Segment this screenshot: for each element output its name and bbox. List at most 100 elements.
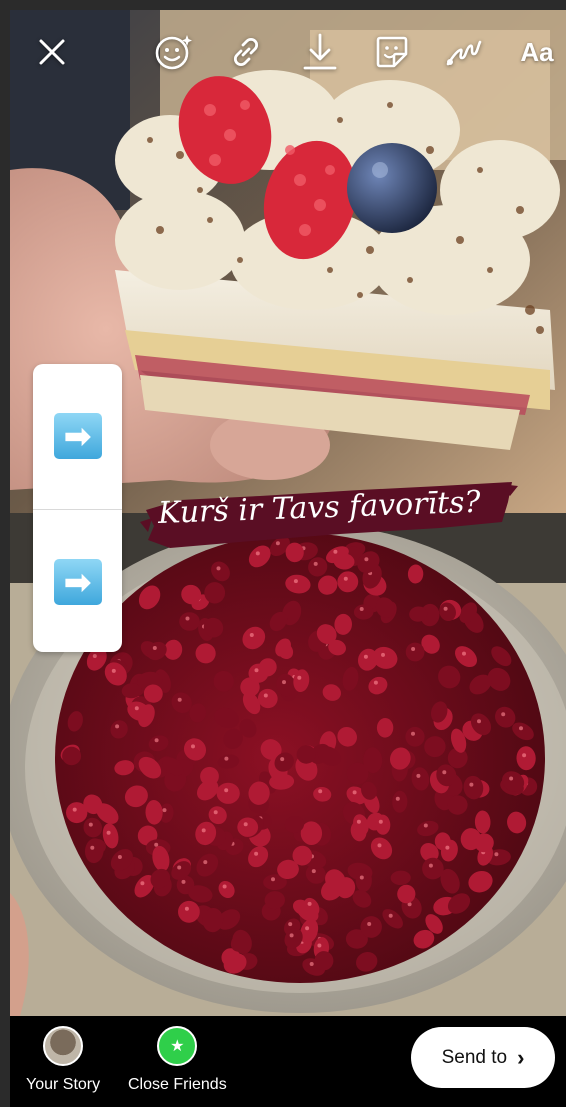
seed-highlight xyxy=(224,788,229,793)
seed-highlight xyxy=(416,773,421,778)
pomegranate-seed xyxy=(62,746,82,766)
seed-highlight xyxy=(343,576,348,581)
your-story-label: Your Story xyxy=(26,1076,101,1093)
seed-highlight xyxy=(72,807,77,812)
close-friends-button[interactable]: ★ Close Friends xyxy=(128,1026,227,1094)
seed-highlight xyxy=(307,901,312,906)
seed-highlight xyxy=(305,926,310,931)
seed-highlight xyxy=(216,566,221,571)
seed-highlight xyxy=(377,843,382,848)
seed-highlight xyxy=(288,922,293,927)
sparkle-face-icon[interactable] xyxy=(152,30,196,74)
seed-highlight xyxy=(152,646,157,650)
poll-sticker[interactable]: ➡ ➡ xyxy=(33,364,122,652)
your-story-button[interactable]: Your Story xyxy=(26,1026,100,1094)
seed-highlight xyxy=(395,796,400,801)
story-canvas: Aa ➡ ➡ Kurš ir Tavs favorīts? xyxy=(10,10,566,1016)
seed-highlight xyxy=(191,744,195,749)
seed-highlight xyxy=(280,757,285,762)
poll-option-2[interactable]: ➡ xyxy=(33,509,122,653)
seed-highlight xyxy=(271,877,275,882)
right-arrow-emoji: ➡ xyxy=(53,412,102,459)
sticker-icon[interactable] xyxy=(370,30,414,74)
seed-highlight xyxy=(501,712,506,717)
send-to-button[interactable]: Send to › xyxy=(411,1027,555,1088)
seed-highlight xyxy=(106,830,111,835)
seed-highlight xyxy=(317,943,322,948)
seed-highlight xyxy=(88,822,93,827)
seed-highlight xyxy=(224,756,229,761)
seed-highlight xyxy=(318,789,323,794)
seed-highlight xyxy=(469,782,474,787)
seed-highlight xyxy=(154,738,159,743)
seed-highlight xyxy=(309,962,314,966)
story-editor: Aa ➡ ➡ Kurš ir Tavs favorīts? Your Story… xyxy=(10,10,566,1107)
seed-highlight xyxy=(255,551,260,556)
send-to-label: Send to xyxy=(441,1046,508,1068)
seed-highlight xyxy=(297,675,302,680)
seed-highlight xyxy=(254,851,259,856)
seed-highlight xyxy=(177,865,182,870)
seed-highlight xyxy=(293,579,298,584)
seed-highlight xyxy=(263,693,268,698)
download-icon[interactable] xyxy=(298,30,342,74)
seed-highlight xyxy=(313,561,318,566)
seed-highlight xyxy=(367,922,372,926)
seed-highlight xyxy=(494,852,499,857)
seed-highlight xyxy=(184,906,189,911)
poll-option-1[interactable]: ➡ xyxy=(33,364,122,507)
seed-highlight xyxy=(359,607,364,611)
story-toolbar: Aa xyxy=(10,10,566,90)
avatar xyxy=(43,1026,84,1066)
seed-highlight xyxy=(117,855,122,859)
seed-highlight xyxy=(177,697,182,702)
seed-highlight xyxy=(92,654,97,658)
seed-highlight xyxy=(90,845,95,850)
arrow-glyph: ➡ xyxy=(64,417,91,454)
seed-highlight xyxy=(509,776,514,781)
seed-highlight xyxy=(443,606,448,611)
seed-highlight xyxy=(381,652,385,657)
seed-highlight xyxy=(356,819,361,824)
seed-highlight xyxy=(203,860,208,865)
seed-highlight xyxy=(201,828,206,833)
seed-highlight xyxy=(462,651,466,656)
seed-highlight xyxy=(249,633,254,637)
link-icon[interactable] xyxy=(224,30,268,74)
pomegranate-seed xyxy=(216,782,240,804)
seed-highlight xyxy=(477,719,481,724)
seed-highlight xyxy=(411,647,416,651)
scribble-icon[interactable] xyxy=(442,30,486,74)
close-friends-label: Close Friends xyxy=(128,1076,227,1093)
seed-highlight xyxy=(185,616,190,621)
seed-highlight xyxy=(364,557,369,562)
question-text-sticker[interactable]: Kurš ir Tavs favorīts? xyxy=(140,482,520,552)
seed-highlight xyxy=(140,881,145,886)
seed-highlight xyxy=(243,822,248,827)
seed-highlight xyxy=(134,706,139,711)
seed-highlight xyxy=(442,770,447,775)
seed-highlight xyxy=(359,875,364,880)
seed-highlight xyxy=(222,884,227,889)
seed-highlight xyxy=(378,819,383,824)
seed-highlight xyxy=(213,810,218,815)
seed-highlight xyxy=(115,724,120,729)
seed-highlight xyxy=(254,668,259,673)
seed-highlight xyxy=(111,668,116,673)
seed-highlight xyxy=(162,808,167,813)
close-icon[interactable] xyxy=(30,30,74,74)
seed-highlight xyxy=(411,731,415,736)
seed-highlight xyxy=(423,823,428,828)
seed-highlight xyxy=(289,933,294,938)
text-tool-label: Aa xyxy=(520,36,554,67)
chevron-right-icon: › xyxy=(517,1044,525,1070)
arrow-glyph: ➡ xyxy=(64,563,91,600)
seed-highlight xyxy=(363,654,368,659)
pomegranate-seed xyxy=(179,612,200,631)
seed-highlight xyxy=(522,753,527,758)
text-tool-button[interactable]: Aa xyxy=(512,30,562,74)
seed-highlight xyxy=(352,790,357,795)
seed-highlight xyxy=(428,863,433,868)
star-icon: ★ xyxy=(157,1026,198,1066)
seed-highlight xyxy=(445,845,450,850)
